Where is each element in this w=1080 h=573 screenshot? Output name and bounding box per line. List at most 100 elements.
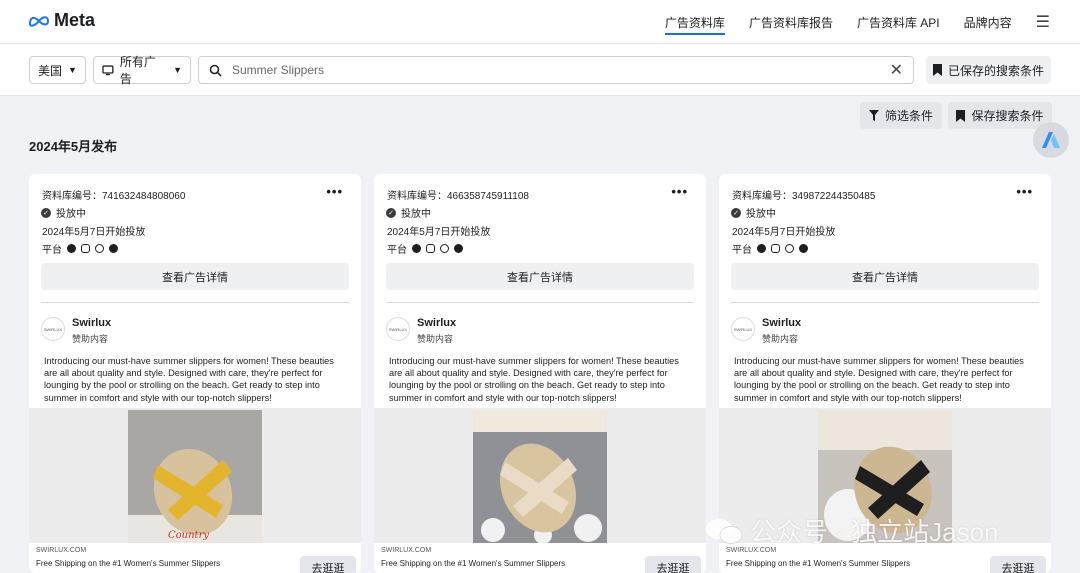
shop-now-button[interactable]: 去逛逛	[645, 556, 701, 573]
messenger-icon	[454, 244, 463, 253]
meta-infinity-icon	[28, 15, 50, 27]
search-icon	[209, 64, 222, 77]
ad-headline[interactable]: Free Shipping on the #1 Women's Summer S…	[381, 559, 565, 568]
status-badge: ✓ 投放中	[386, 205, 431, 220]
filter-button[interactable]: 筛选条件	[860, 102, 942, 129]
ad-headline[interactable]: Free Shipping on the #1 Women's Summer S…	[36, 559, 220, 568]
chevron-down-icon: ▼	[68, 65, 77, 75]
advertiser-avatar[interactable]: SWIRLUX	[731, 317, 755, 341]
divider	[41, 302, 349, 303]
view-ad-details-button[interactable]: 查看广告详情	[386, 263, 694, 290]
ad-product-image[interactable]	[473, 410, 607, 543]
shop-now-button[interactable]: 去逛逛	[300, 556, 356, 573]
library-id: 资料库编号：466358745911108	[387, 191, 529, 202]
country-value: 美国	[38, 63, 63, 78]
chevron-down-icon: ▼	[173, 65, 182, 75]
logo-text: Meta	[54, 10, 96, 30]
audience-network-icon	[95, 244, 104, 253]
status-badge: ✓ 投放中	[731, 205, 776, 220]
instagram-icon	[426, 244, 435, 253]
country-select[interactable]: 美国 ▼	[29, 56, 86, 84]
ad-domain[interactable]: SWIRLUX.COM	[36, 547, 86, 554]
audience-network-icon	[440, 244, 449, 253]
ad-headline[interactable]: Free Shipping on the #1 Women's Summer S…	[726, 559, 910, 568]
ad-body-text: Introducing our must-have summer slipper…	[734, 356, 1024, 403]
nav-ad-library-report[interactable]: 广告资料库报告	[749, 0, 833, 44]
view-ad-details-button[interactable]: 查看广告详情	[41, 263, 349, 290]
watermark: 公众号 · 独立站Jason	[704, 512, 999, 549]
search-field[interactable]: ✕	[198, 56, 914, 84]
ad-card: 资料库编号：466358745911108 ••• ✓ 投放中 2024年5月7日…	[374, 174, 706, 573]
filter-icon	[868, 110, 879, 121]
sponsored-label: 赞助内容	[72, 334, 109, 344]
assistant-icon[interactable]	[1033, 122, 1069, 158]
instagram-icon	[81, 244, 90, 253]
sponsored-label: 赞助内容	[417, 334, 454, 344]
library-id: 资料库编号：349872244350485	[732, 191, 876, 202]
more-options-icon[interactable]: •••	[326, 184, 343, 199]
nav-ad-library[interactable]: 广告资料库	[664, 0, 725, 44]
ad-domain[interactable]: SWIRLUX.COM	[381, 547, 431, 554]
search-bar: 美国 ▼ 所有广告 ▼ ✕ 已保存的搜索条件	[0, 44, 1080, 96]
status-text: 投放中	[746, 209, 776, 220]
ad-card: 资料库编号：741632484808060 ••• ✓ 投放中 2024年5月7日…	[29, 174, 361, 573]
advertiser-avatar[interactable]: SWIRLUX	[386, 317, 410, 341]
check-circle-icon: ✓	[41, 207, 51, 218]
advertiser-name[interactable]: Swirlux	[417, 317, 456, 329]
divider	[731, 302, 1039, 303]
advertiser-name[interactable]: Swirlux	[72, 317, 111, 329]
ad-category-select[interactable]: 所有广告 ▼	[93, 55, 191, 86]
view-ad-details-button[interactable]: 查看广告详情	[731, 263, 1039, 290]
nav-branded-content[interactable]: 品牌内容	[964, 0, 1012, 44]
status-badge: ✓ 投放中	[41, 205, 86, 220]
start-date: 2024年5月7日开始投放	[732, 227, 836, 238]
platforms: 平台	[42, 241, 118, 256]
platform-label: 平台	[732, 245, 752, 256]
facebook-icon	[67, 244, 76, 253]
meta-logo[interactable]: Meta	[28, 10, 95, 31]
save-search-label: 保存搜索条件	[971, 109, 1044, 123]
check-circle-icon: ✓	[731, 207, 741, 218]
ad-category-value: 所有广告	[119, 55, 156, 86]
section-title: 2024年5月发布	[29, 139, 118, 154]
saved-searches-label: 已保存的搜索条件	[947, 63, 1044, 78]
save-search-button[interactable]: 保存搜索条件	[948, 102, 1052, 129]
ad-body-text: Introducing our must-have summer slipper…	[389, 356, 679, 403]
filter-label: 筛选条件	[884, 109, 933, 123]
sponsored-label: 赞助内容	[762, 334, 799, 344]
image-caption: Country	[168, 530, 209, 541]
shop-now-button[interactable]: 去逛逛	[990, 556, 1046, 573]
more-options-icon[interactable]: •••	[1016, 184, 1033, 199]
bookmark-icon	[956, 109, 966, 122]
watermark-text: 公众号 · 独立站Jason	[750, 517, 999, 547]
top-nav-bar: Meta 广告资料库 广告资料库报告 广告资料库 API 品牌内容 ☰	[0, 0, 1080, 44]
messenger-icon	[799, 244, 808, 253]
divider	[386, 302, 694, 303]
hamburger-menu-icon[interactable]: ☰	[1036, 0, 1050, 44]
status-text: 投放中	[401, 209, 431, 220]
platform-label: 平台	[387, 245, 407, 256]
nav-ad-library-api[interactable]: 广告资料库 API	[857, 0, 940, 44]
wechat-icon	[706, 518, 743, 544]
ad-product-image[interactable]: Country	[128, 410, 262, 543]
instagram-icon	[771, 244, 780, 253]
advertiser-name[interactable]: Swirlux	[762, 317, 801, 329]
platforms: 平台	[732, 241, 808, 256]
bookmark-icon	[932, 64, 942, 76]
check-circle-icon: ✓	[386, 207, 396, 218]
library-id: 资料库编号：741632484808060	[42, 191, 186, 202]
clear-search-icon[interactable]: ✕	[890, 60, 903, 80]
platforms: 平台	[387, 241, 463, 256]
platform-label: 平台	[42, 245, 62, 256]
ad-body-text: Introducing our must-have summer slipper…	[44, 356, 334, 403]
facebook-icon	[757, 244, 766, 253]
saved-searches-button[interactable]: 已保存的搜索条件	[926, 56, 1051, 84]
advertiser-avatar[interactable]: SWIRLUX	[41, 317, 65, 341]
messenger-icon	[109, 244, 118, 253]
more-options-icon[interactable]: •••	[671, 184, 688, 199]
facebook-icon	[412, 244, 421, 253]
audience-network-icon	[785, 244, 794, 253]
start-date: 2024年5月7日开始投放	[387, 227, 491, 238]
status-text: 投放中	[56, 209, 86, 220]
search-input[interactable]	[232, 63, 880, 77]
